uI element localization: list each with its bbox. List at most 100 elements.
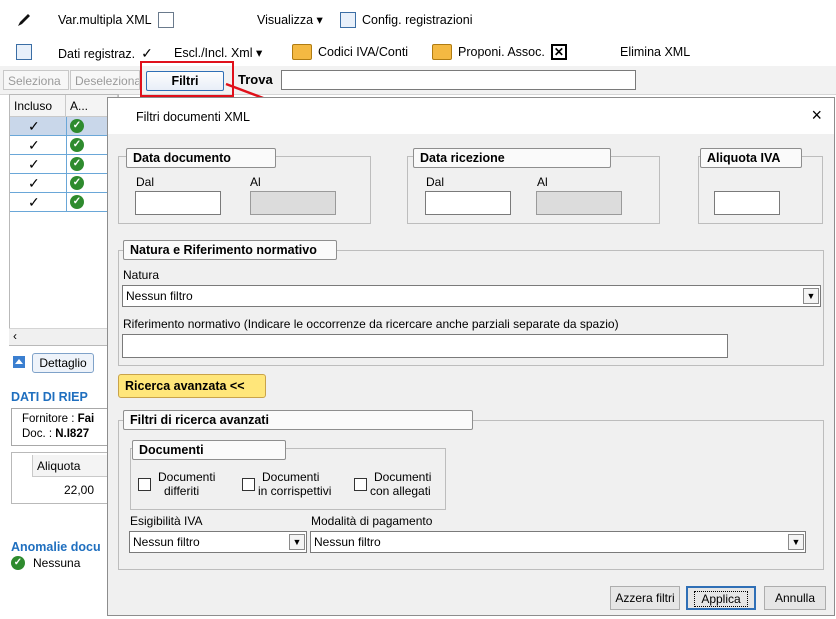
label-line: in corrispettivi (258, 484, 332, 498)
close-icon[interactable]: × (811, 106, 822, 124)
visualizza-menu[interactable]: Visualizza ▾ (257, 12, 323, 27)
ok-status-icon: ✓ (70, 138, 84, 152)
ok-status-icon: ✓ (70, 176, 84, 190)
data-ricezione-label: Data ricezione (413, 148, 611, 168)
horizontal-scrollbar[interactable]: ‹ (9, 328, 117, 345)
dal-label: Dal (426, 175, 445, 189)
elimina-label: Elimina XML (620, 45, 691, 59)
checkmark-icon: ✓ (28, 118, 40, 134)
grid-icon-button[interactable] (16, 44, 32, 60)
dati-riepilogo-title: DATI DI RIEP (11, 390, 88, 404)
documenti-corrispettivi-label: Documenti in corrispettivi (258, 470, 331, 498)
pen-icon (18, 14, 30, 26)
label-line: con allegati (370, 484, 431, 498)
codici-label: Codici IVA/Conti (318, 45, 409, 59)
documenti-differiti-checkbox[interactable] (138, 478, 151, 491)
applica-button[interactable]: Applica (686, 586, 756, 610)
filtri-dialog: Filtri documenti XML × Data documento Da… (107, 97, 835, 616)
data-documento-dal-input[interactable] (135, 191, 221, 215)
dati-registraz-button[interactable]: Dati registraz. ✓ (58, 45, 153, 62)
label-line: differiti (164, 484, 200, 498)
azzera-filtri-button[interactable]: Azzera filtri (610, 586, 680, 610)
documenti-corrispettivi-checkbox[interactable] (242, 478, 255, 491)
ok-status-icon: ✓ (70, 119, 84, 133)
label-line: Documenti (158, 470, 216, 484)
checkmark-icon: ✓ (28, 194, 40, 210)
collapse-icon[interactable] (12, 355, 26, 372)
list-icon (340, 12, 356, 28)
natura-label: Natura (123, 268, 160, 282)
esigibilita-label: Esigibilità IVA (130, 514, 203, 528)
modalita-label: Modalità di pagamento (311, 514, 433, 528)
chevron-down-icon[interactable]: ▼ (803, 288, 819, 304)
config-label: Config. registrazioni (362, 13, 473, 27)
dal-label: Dal (136, 175, 155, 189)
fornitore-value: Fai (77, 413, 95, 425)
folder-icon (432, 44, 452, 60)
label-line: Documenti (262, 470, 320, 484)
proponi-assoc-button[interactable]: Proponi. Assoc. ✕ (432, 44, 567, 60)
edit-tool[interactable] (16, 12, 32, 28)
aliquota-iva-label: Aliquota IVA (700, 148, 802, 168)
document-icon (157, 12, 174, 28)
escl-incl-menu[interactable]: Escl./Incl. Xml ▾ (174, 45, 262, 60)
natura-value: Nessun filtro (126, 289, 193, 303)
esigibilita-select[interactable]: Nessun filtro ▼ (129, 531, 307, 553)
scroll-left-icon[interactable]: ‹ (13, 329, 17, 343)
aliquota-iva-input[interactable] (714, 191, 780, 215)
ok-status-icon: ✓ (70, 195, 84, 209)
toolbar-primary: Var.multipla XML Visualizza ▾ Config. re… (0, 0, 836, 40)
data-ricezione-al-input (536, 191, 622, 215)
chevron-down-icon[interactable]: ▼ (289, 534, 305, 550)
column-aliquota[interactable]: Aliquota (32, 455, 112, 477)
column-incluso[interactable]: Incluso (10, 95, 66, 117)
doc-value: N.I827 (55, 428, 90, 440)
anomalie-title: Anomalie docu (11, 540, 101, 554)
anomalie-row: ✓ Nessuna (11, 556, 80, 570)
table-row[interactable]: ✓ ✓ (10, 136, 118, 155)
config-registrazioni-button[interactable]: Config. registrazioni (340, 12, 472, 28)
riferimento-input[interactable] (122, 334, 728, 358)
var-multipla-button[interactable]: Var.multipla XML (58, 12, 174, 28)
data-documento-label: Data documento (126, 148, 276, 168)
filtri-avanzati-label: Filtri di ricerca avanzati (123, 410, 473, 430)
deseleziona-button[interactable]: Deseleziona (70, 70, 140, 90)
codici-iva-button[interactable]: Codici IVA/Conti (292, 44, 408, 60)
chevron-down-icon[interactable]: ▼ (788, 534, 804, 550)
checkmark-icon: ✓ (28, 137, 40, 153)
esigibilita-value: Nessun filtro (133, 535, 200, 549)
data-ricezione-dal-input[interactable] (425, 191, 511, 215)
checkmark-icon: ✓ (28, 156, 40, 172)
table-row[interactable]: ✓ ✓ (10, 174, 118, 193)
toolbar-secondary: Dati registraz. ✓ Escl./Incl. Xml ▾ Codi… (0, 40, 836, 67)
annulla-button[interactable]: Annulla (764, 586, 826, 610)
al-label: Al (537, 175, 548, 189)
visualizza-label: Visualizza ▾ (257, 13, 323, 27)
documenti-allegati-label: Documenti con allegati (370, 470, 431, 498)
seleziona-button[interactable]: Seleziona (3, 70, 69, 90)
documenti-label: Documenti (132, 440, 286, 460)
doc-label: Doc. : (22, 428, 56, 440)
table-row[interactable]: ✓ ✓ (10, 155, 118, 174)
dettaglio-button[interactable]: Dettaglio (32, 353, 94, 373)
elimina-xml-button[interactable]: Elimina XML (620, 45, 690, 59)
applica-label: Applica (694, 591, 748, 607)
aliquota-value: 22,00 (64, 483, 95, 497)
escl-incl-label: Escl./Incl. Xml ▾ (174, 46, 263, 60)
fornitore-label: Fornitore : (22, 413, 78, 425)
fornitore-box: Fornitore : Fai Doc. : N.I827 (11, 408, 111, 446)
table-icon (16, 44, 32, 60)
ricerca-avanzata-button[interactable]: Ricerca avanzata << (118, 374, 266, 398)
dati-registraz-label: Dati registraz. (58, 46, 136, 61)
riferimento-label: Riferimento normativo (Indicare le occor… (123, 317, 619, 331)
delete-x-icon: ✕ (550, 44, 567, 60)
table-row[interactable]: ✓ ✓ (10, 193, 118, 212)
modalita-value: Nessun filtro (314, 535, 381, 549)
folder-icon (292, 44, 312, 60)
table-row[interactable]: ✓ ✓ (10, 117, 118, 136)
documenti-differiti-label: Documenti differiti (158, 470, 215, 498)
documenti-allegati-checkbox[interactable] (354, 478, 367, 491)
natura-select[interactable]: Nessun filtro ▼ (122, 285, 821, 307)
dialog-title: Filtri documenti XML (136, 110, 250, 124)
modalita-pagamento-select[interactable]: Nessun filtro ▼ (310, 531, 806, 553)
